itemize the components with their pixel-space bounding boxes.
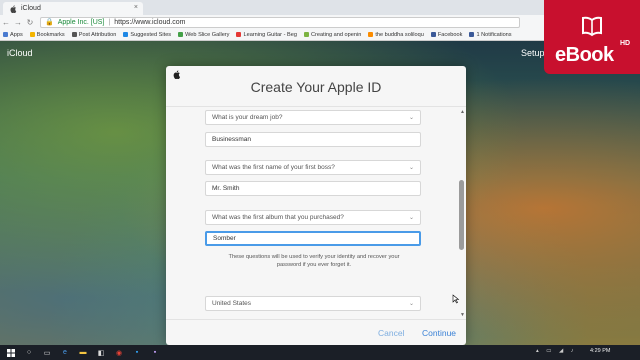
edge-icon[interactable]: e — [58, 347, 72, 358]
answer-3-input[interactable]: Somber — [205, 231, 421, 246]
bookmark-label: Creating and openin — [310, 31, 362, 38]
question-2-label: What was the first name of your first bo… — [212, 164, 335, 171]
bookmark-item[interactable]: Web Slice Gallery — [178, 32, 229, 38]
footer-divider — [166, 319, 466, 320]
bookmark-item[interactable]: Post Attribution — [71, 31, 117, 38]
chevron-down-icon: ⌄ — [408, 165, 414, 171]
helper-text: These questions will be used to verify y… — [228, 254, 400, 268]
bookmark-item[interactable]: Learning Guitar - Beg — [236, 31, 297, 38]
tab-title: iCloud — [21, 5, 41, 12]
dialog-title: Create Your Apple ID — [250, 79, 382, 95]
answer-3-value: Somber — [213, 235, 236, 242]
bookmark-item[interactable]: Facebook — [430, 31, 463, 38]
bookmark-favicon-icon — [3, 32, 8, 37]
back-arrow-icon[interactable]: ← — [0, 18, 12, 27]
bookmark-favicon-icon — [123, 32, 129, 37]
cancel-button[interactable]: Cancel — [378, 328, 404, 338]
answer-2-value: Mr. Smith — [212, 185, 240, 192]
text-cursor-icon — [452, 294, 460, 304]
answer-1-input[interactable]: Businessman — [205, 132, 421, 147]
url-input[interactable]: 🔒 Apple Inc. [US] | https://www.icloud.c… — [40, 16, 520, 28]
bookmark-item[interactable]: Bookmarks — [29, 31, 65, 38]
windows-start-icon[interactable] — [4, 347, 18, 358]
task-view-icon[interactable]: ▭ — [40, 347, 54, 358]
clock[interactable]: 4:29 PM — [590, 348, 610, 354]
explorer-icon[interactable]: ▬ — [76, 347, 90, 358]
bookmark-label: the buddha soliloqu — [375, 31, 424, 38]
reload-icon[interactable]: ↻ — [24, 18, 36, 27]
bookmark-label: Apps — [10, 31, 23, 38]
bookmark-item[interactable]: Apps — [3, 32, 23, 38]
scroll-down-arrow-icon[interactable]: ▼ — [460, 312, 465, 318]
site-identity: Apple Inc. [US] — [57, 18, 105, 26]
cortana-icon[interactable]: ○ — [22, 347, 36, 358]
chevron-down-icon: ⌄ — [408, 301, 414, 307]
forward-arrow-icon[interactable]: → — [12, 18, 24, 27]
tab-close-icon[interactable]: × — [134, 4, 138, 11]
create-apple-id-dialog: Create Your Apple ID What is your dream … — [166, 66, 466, 345]
bookmark-label: Learning Guitar - Beg — [243, 31, 297, 38]
ebook-hd-badge: eBook HD — [544, 0, 640, 74]
setup-label: Setup — [521, 48, 545, 58]
browser-tab[interactable]: iCloud × — [3, 2, 143, 15]
hd-label: HD — [620, 40, 631, 47]
bookmark-favicon-icon — [430, 32, 436, 37]
url-separator: | — [108, 18, 111, 26]
scroll-up-arrow-icon[interactable]: ▲ — [460, 109, 465, 115]
bookmark-label: Facebook — [437, 31, 463, 38]
icloud-brand: iCloud — [7, 48, 33, 58]
bookmark-label: 1 Notifications — [476, 31, 512, 38]
chevron-down-icon: ⌄ — [408, 215, 414, 221]
answer-1-value: Businessman — [212, 136, 252, 143]
app-icon[interactable]: ▪ — [148, 347, 162, 358]
chevron-down-icon: ⌄ — [408, 115, 414, 121]
bookmark-favicon-icon — [368, 32, 374, 37]
lock-icon: 🔒 — [45, 19, 54, 26]
question-1-label: What is your dream job? — [212, 114, 283, 121]
bookmark-item[interactable]: Suggested Sites — [123, 32, 171, 38]
bookmark-favicon-icon — [469, 32, 475, 37]
form-scroll-area: What is your dream job? ⌄ Businessman Wh… — [166, 107, 466, 319]
bookmark-favicon-icon — [303, 32, 309, 37]
security-question-2-select[interactable]: What was the first name of your first bo… — [205, 160, 421, 175]
bookmark-favicon-icon — [29, 32, 35, 37]
country-value: United States — [212, 300, 252, 307]
bookmark-label: Web Slice Gallery — [185, 31, 230, 38]
bookmark-label: Bookmarks — [36, 31, 65, 38]
windows-taskbar: ○ ▭ e ▬ ◧ ◉ ▪ ▪ ▴ ▭ ◢ ♪ 4:29 PM — [0, 345, 640, 360]
photoshop-icon[interactable]: ▪ — [130, 347, 144, 358]
book-icon — [582, 16, 602, 37]
bookmark-item[interactable]: Creating and openin — [303, 31, 362, 38]
scrollbar-thumb[interactable] — [459, 180, 464, 250]
system-tray-icons[interactable]: ▴ ▭ ◢ ♪ — [536, 348, 577, 354]
ebook-label: eBook — [555, 44, 614, 66]
security-question-1-select[interactable]: What is your dream job? ⌄ — [205, 110, 421, 125]
bookmark-label: Post Attribution — [78, 31, 117, 38]
answer-2-input[interactable]: Mr. Smith — [205, 181, 421, 196]
url-text: https://www.icloud.com — [114, 18, 186, 26]
bookmark-item[interactable]: 1 Notifications — [469, 31, 512, 38]
bookmark-item[interactable]: the buddha soliloqu — [368, 32, 424, 38]
chrome-icon[interactable]: ◉ — [112, 347, 126, 358]
bookmark-favicon-icon — [178, 32, 184, 37]
country-select[interactable]: United States ⌄ — [205, 296, 421, 311]
store-icon[interactable]: ◧ — [94, 347, 108, 358]
continue-button[interactable]: Continue — [422, 328, 456, 338]
security-question-3-select[interactable]: What was the first album that you purcha… — [205, 210, 421, 225]
question-3-label: What was the first album that you purcha… — [212, 214, 344, 221]
bookmark-label: Suggested Sites — [130, 31, 172, 38]
bookmark-favicon-icon — [71, 32, 77, 37]
apple-favicon-icon — [9, 4, 17, 13]
bookmark-favicon-icon — [236, 32, 242, 37]
